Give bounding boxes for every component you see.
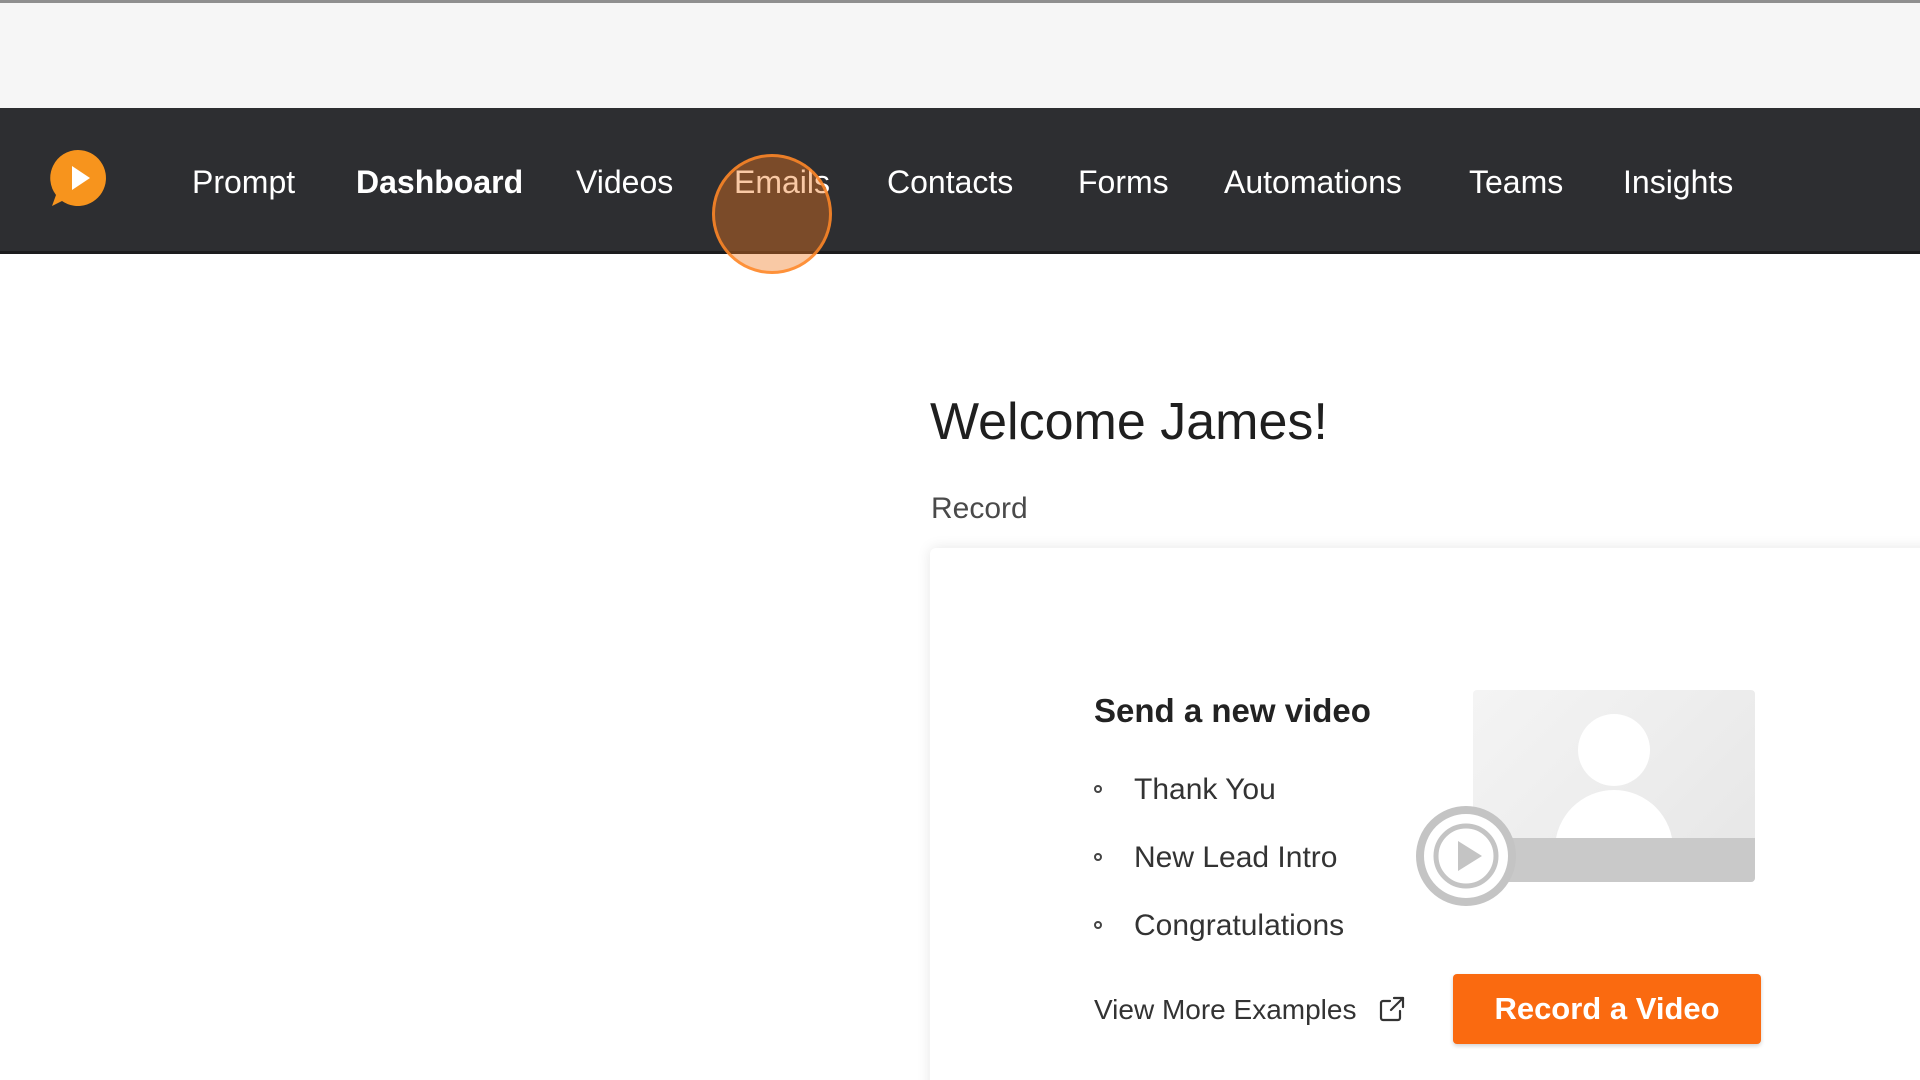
nav-item-dashboard[interactable]: Dashboard	[356, 162, 523, 202]
list-item: Congratulations	[1094, 906, 1344, 946]
section-label-record: Record	[931, 492, 1028, 525]
nav-item-insights[interactable]: Insights	[1623, 162, 1733, 202]
nav-item-automations[interactable]: Automations	[1224, 162, 1402, 202]
external-link-icon	[1380, 996, 1405, 1021]
person-placeholder-icon	[1578, 714, 1650, 786]
example-label: Thank You	[1134, 773, 1276, 806]
list-item: Thank You	[1094, 770, 1276, 810]
view-more-label: View More Examples	[1094, 994, 1357, 1025]
logo-icon[interactable]	[48, 148, 108, 208]
list-item: New Lead Intro	[1094, 838, 1337, 878]
nav-item-teams[interactable]: Teams	[1469, 162, 1563, 202]
bullet-icon	[1094, 785, 1102, 794]
example-label: New Lead Intro	[1134, 841, 1338, 874]
main-navbar: Prompt Dashboard Videos Emails Contacts …	[0, 108, 1920, 254]
record-card: Send a new video Thank You New Lead Intr…	[930, 548, 1920, 1080]
nav-item-contacts[interactable]: Contacts	[887, 162, 1013, 202]
card-title: Send a new video	[1094, 692, 1371, 729]
play-icon[interactable]	[1414, 804, 1518, 908]
nav-item-forms[interactable]: Forms	[1078, 162, 1169, 202]
bullet-icon	[1094, 853, 1102, 862]
nav-item-videos[interactable]: Videos	[576, 162, 673, 202]
click-indicator	[712, 154, 832, 274]
bullet-icon	[1094, 921, 1102, 930]
example-label: Congratulations	[1134, 909, 1345, 942]
record-video-button[interactable]: Record a Video	[1453, 974, 1761, 1044]
page-title: Welcome James!	[930, 393, 1328, 451]
view-more-examples-link[interactable]: View More Examples	[1094, 990, 1406, 1030]
browser-top-strip	[0, 0, 1920, 108]
nav-item-prompt[interactable]: Prompt	[192, 162, 295, 202]
